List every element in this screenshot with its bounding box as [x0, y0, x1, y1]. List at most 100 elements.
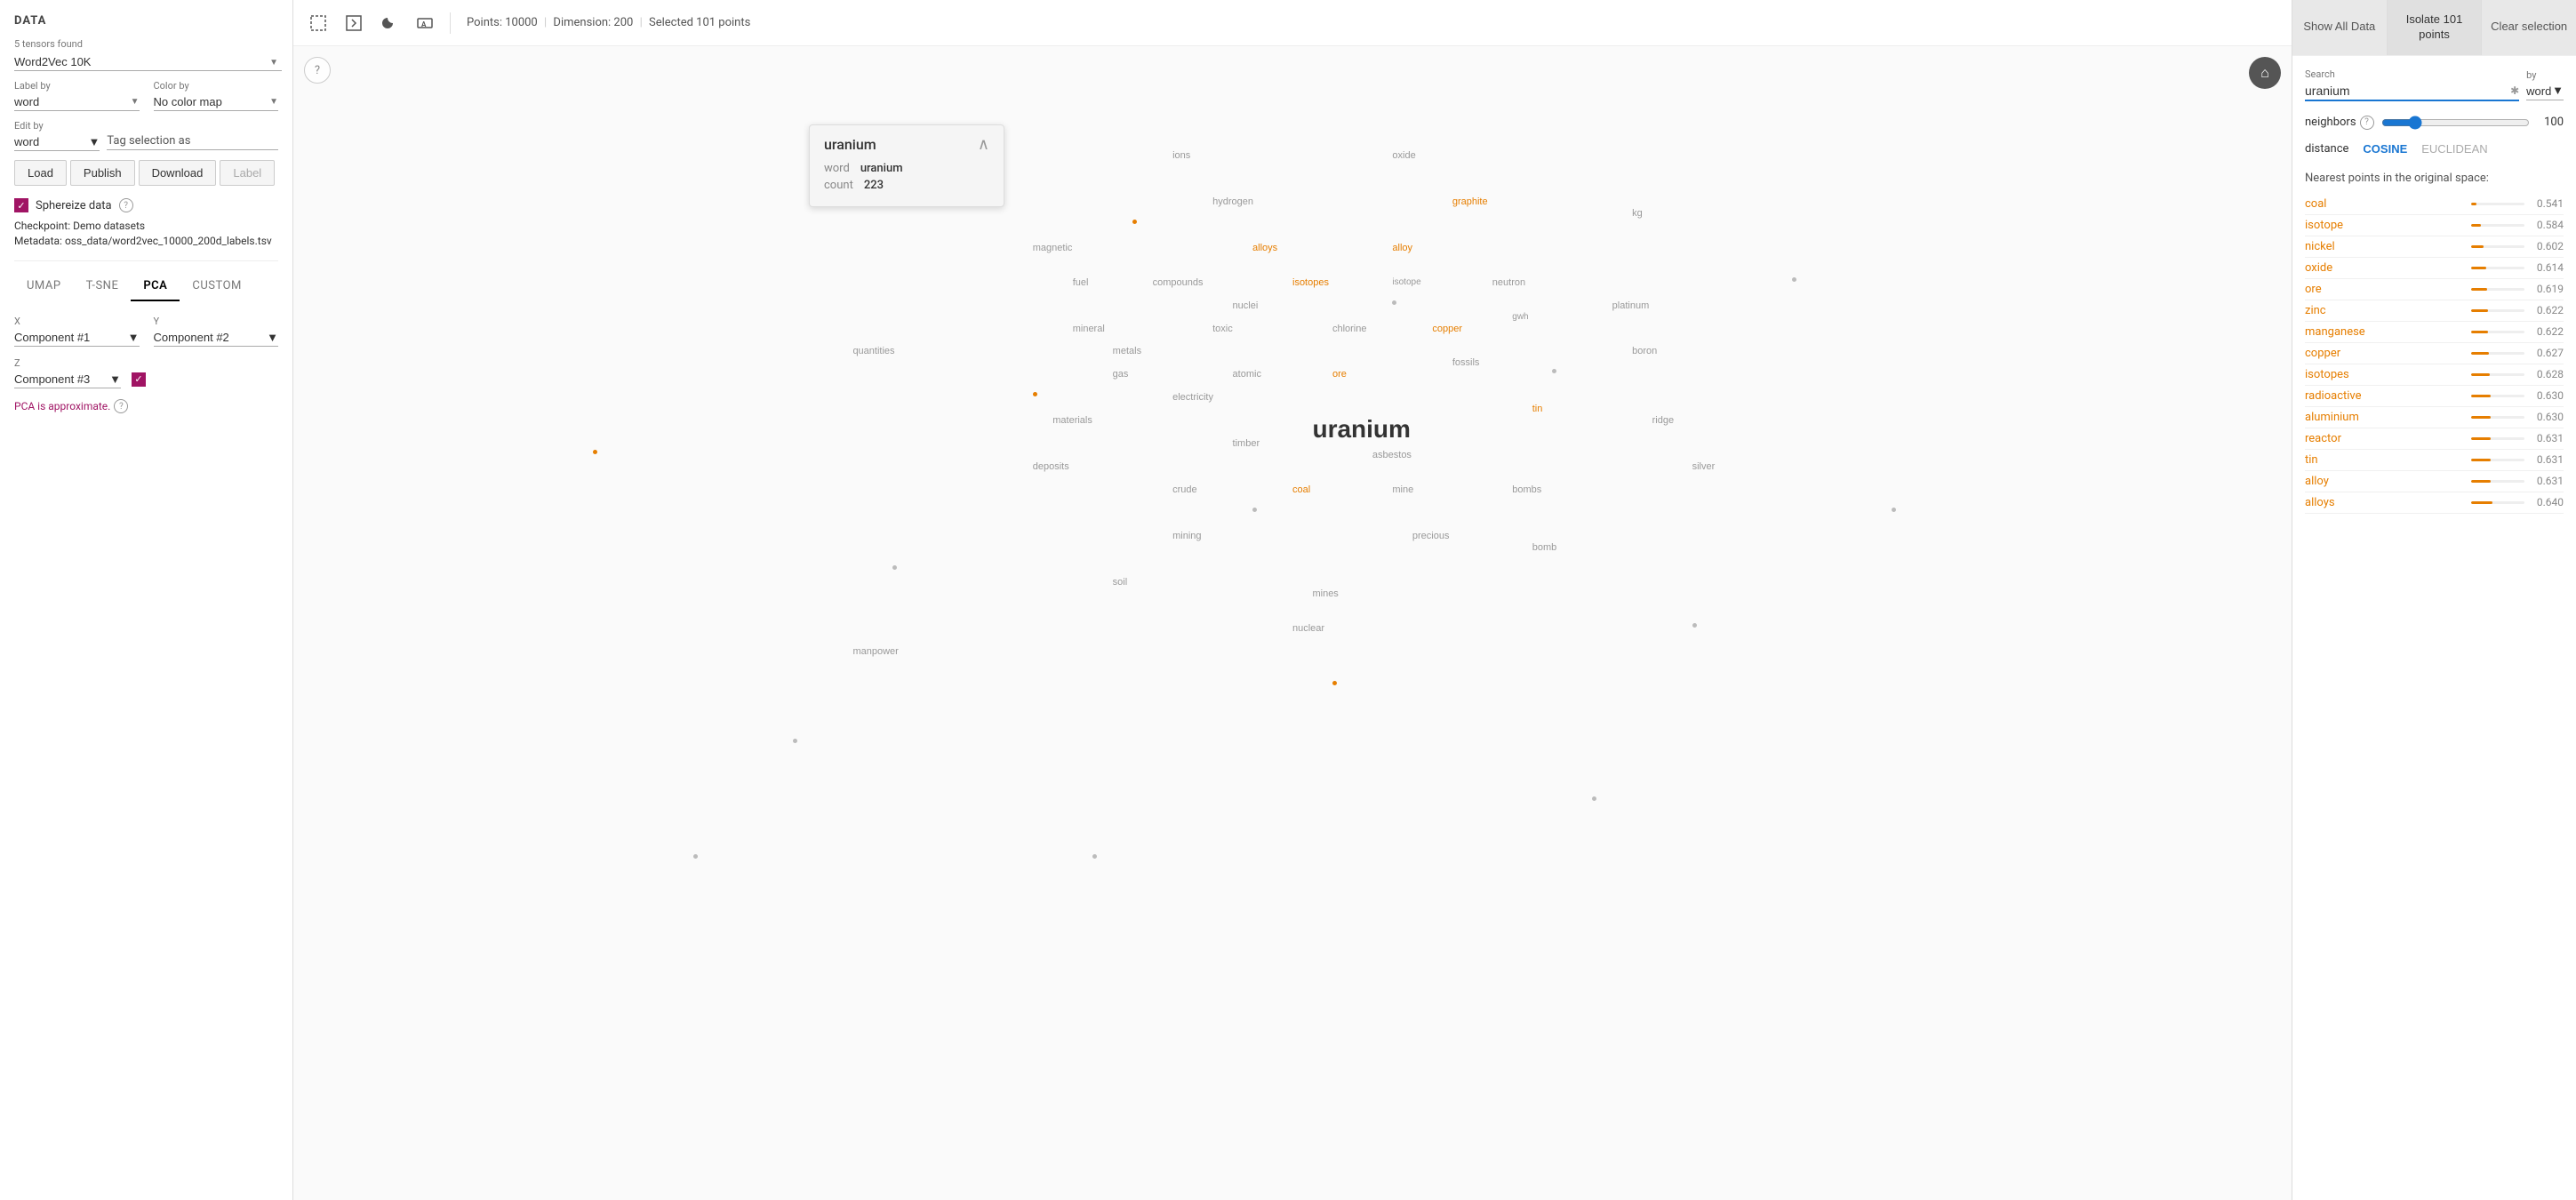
nearest-item-name[interactable]: ore: [2305, 283, 2464, 296]
scatter-word-silver: silver: [1692, 461, 1716, 472]
nearest-item[interactable]: tin0.631: [2305, 450, 2564, 471]
scatter-word-soil: soil: [1113, 577, 1128, 588]
x-axis-select[interactable]: Component #1: [14, 329, 128, 346]
show-all-button[interactable]: Show All Data: [2292, 0, 2388, 55]
nearest-item[interactable]: zinc0.622: [2305, 300, 2564, 322]
nearest-item-name[interactable]: alloys: [2305, 496, 2464, 509]
x-axis-group: X Component #1 ▼: [14, 316, 140, 347]
selection-rect-icon[interactable]: [304, 9, 332, 37]
label-toggle-icon[interactable]: A: [411, 9, 439, 37]
scatter-word-mines: mines: [1312, 588, 1338, 599]
load-button[interactable]: Load: [14, 160, 67, 186]
nearest-item-bar-wrap: [2471, 245, 2524, 248]
scatter-word-hydrogen: hydrogen: [1212, 196, 1253, 207]
sphereize-help-icon[interactable]: ?: [119, 198, 133, 212]
nearest-item-score: 0.640: [2532, 496, 2564, 508]
nearest-item-name[interactable]: oxide: [2305, 261, 2464, 275]
tab-pca[interactable]: PCA: [131, 272, 180, 301]
neighbors-help-icon[interactable]: ?: [2360, 116, 2374, 130]
tensors-found: 5 tensors found: [14, 38, 278, 50]
nearest-item[interactable]: oxide 0.614: [2305, 258, 2564, 279]
edit-by-select[interactable]: word: [14, 133, 88, 150]
publish-button[interactable]: Publish: [70, 160, 135, 186]
sphereize-checkbox[interactable]: ✓: [14, 198, 28, 212]
tab-tsne[interactable]: T-SNE: [74, 272, 132, 301]
scatter-word-mineral: mineral: [1073, 324, 1105, 334]
nearest-item[interactable]: isotope0.584: [2305, 215, 2564, 236]
sphereize-label: Sphereize data: [36, 199, 112, 212]
tab-umap[interactable]: UMAP: [14, 272, 74, 301]
z-axis-chevron-icon: ▼: [109, 372, 121, 387]
slider-wrap: [2381, 116, 2530, 130]
nearest-item-name[interactable]: copper: [2305, 347, 2464, 360]
nearest-item-name[interactable]: tin: [2305, 453, 2464, 467]
euclidean-button[interactable]: EUCLIDEAN: [2421, 142, 2487, 156]
nearest-item-score: 0.627: [2532, 347, 2564, 359]
nearest-item[interactable]: alloys 0.640: [2305, 492, 2564, 514]
scatter-dot: [1033, 392, 1037, 396]
nearest-item[interactable]: alloy 0.631: [2305, 471, 2564, 492]
isolate-button[interactable]: Isolate 101 points: [2388, 0, 2483, 55]
label-by-select[interactable]: word: [14, 93, 131, 110]
label-button[interactable]: Label: [220, 160, 275, 186]
nearest-item-name[interactable]: reactor: [2305, 432, 2464, 445]
y-axis-select[interactable]: Component #2: [154, 329, 268, 346]
nearest-item-name[interactable]: nickel: [2305, 240, 2464, 253]
nearest-item-bar: [2471, 331, 2488, 333]
clear-selection-button[interactable]: Clear selection: [2482, 0, 2576, 55]
nearest-item-bar-wrap: [2471, 309, 2524, 312]
tab-custom[interactable]: CUSTOM: [180, 272, 253, 301]
scatter-word-uranium: uranium: [1312, 415, 1410, 444]
download-button[interactable]: Download: [139, 160, 217, 186]
nearest-item-name[interactable]: coal: [2305, 197, 2464, 211]
nearest-item-bar: [2471, 352, 2489, 355]
canvas-area[interactable]: ? ⌂ ionsoxidethermalhydrogengraphitemagn…: [293, 46, 2292, 1200]
neighbors-text: neighbors: [2305, 116, 2356, 129]
nearest-item[interactable]: ore0.619: [2305, 279, 2564, 300]
nearest-item[interactable]: copper 0.627: [2305, 343, 2564, 364]
nearest-item-score: 0.614: [2532, 261, 2564, 274]
scatter-word-mining: mining: [1172, 531, 1201, 541]
scatter-word-manpower: manpower: [852, 646, 898, 657]
tooltip-close-icon[interactable]: ∧: [978, 137, 989, 153]
checkpoint-value: Demo datasets: [73, 220, 145, 232]
nearest-item[interactable]: reactor0.631: [2305, 428, 2564, 450]
nearest-item-name[interactable]: isotope: [2305, 219, 2464, 232]
scatter-word-crude: crude: [1172, 484, 1197, 495]
scatter-word-nuclear: nuclear: [1292, 623, 1324, 634]
scatter-dot: [593, 450, 597, 454]
scatter-word-chlorine: chlorine: [1332, 324, 1367, 334]
edit-row-inner: word ▼ Tag selection as: [14, 133, 278, 151]
nearest-item-name[interactable]: zinc: [2305, 304, 2464, 317]
z-axis-select[interactable]: Component #3: [14, 371, 109, 388]
cosine-button[interactable]: COSINE: [2363, 142, 2407, 156]
checkmark-icon: ✓: [17, 200, 25, 212]
by-select[interactable]: word: [2526, 83, 2552, 100]
nearest-item[interactable]: radioactive0.630: [2305, 386, 2564, 407]
neighbors-slider[interactable]: [2381, 116, 2530, 130]
selection-lasso-icon[interactable]: [340, 9, 368, 37]
scatter-word-nuclei: nuclei: [1233, 300, 1259, 311]
nearest-item-name[interactable]: isotopes: [2305, 368, 2464, 381]
pca-approx-help-icon[interactable]: ?: [114, 399, 128, 413]
nearest-item-name[interactable]: alloy: [2305, 475, 2464, 488]
nearest-item[interactable]: nickel0.602: [2305, 236, 2564, 258]
nearest-item[interactable]: aluminium0.630: [2305, 407, 2564, 428]
nearest-item-name[interactable]: manganese: [2305, 325, 2464, 339]
nearest-item-name[interactable]: radioactive: [2305, 389, 2464, 403]
night-mode-icon[interactable]: [375, 9, 404, 37]
nearest-item-score: 0.631: [2532, 475, 2564, 487]
search-input[interactable]: [2305, 82, 2510, 100]
nearest-item-name[interactable]: aluminium: [2305, 411, 2464, 424]
app-title: DATA: [14, 14, 278, 28]
nearest-item[interactable]: isotopes0.628: [2305, 364, 2564, 386]
tooltip-word-value: uranium: [860, 162, 903, 175]
dataset-select[interactable]: Word2Vec 10K: [14, 53, 282, 71]
z-axis-checkbox[interactable]: ✓: [132, 372, 146, 387]
nearest-item[interactable]: manganese0.622: [2305, 322, 2564, 343]
by-select-wrap: word ▼: [2526, 83, 2564, 100]
projection-tabs: UMAP T-SNE PCA CUSTOM: [14, 272, 278, 301]
nearest-item[interactable]: coal0.541: [2305, 194, 2564, 215]
color-by-select[interactable]: No color map: [154, 93, 270, 110]
nearest-item-bar: [2471, 203, 2476, 205]
